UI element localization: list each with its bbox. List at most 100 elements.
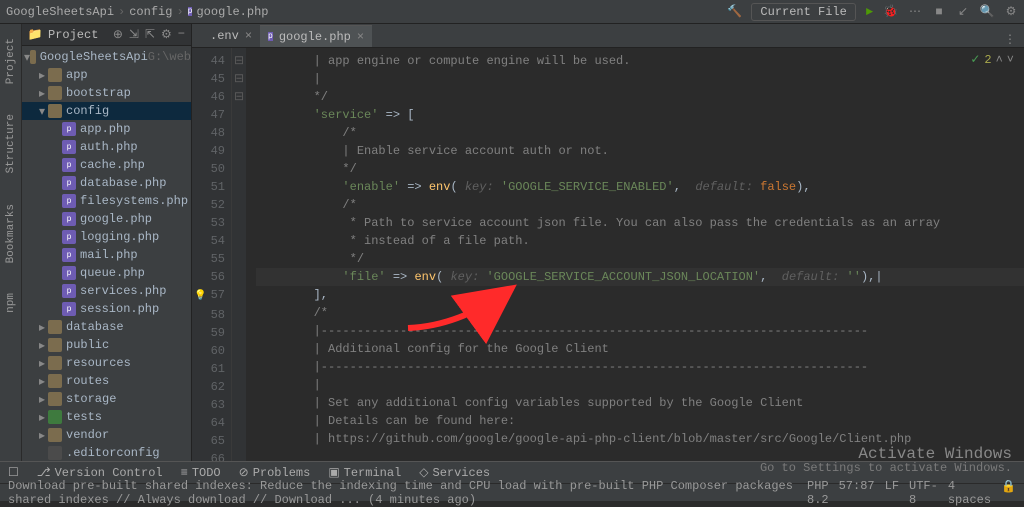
code-editor[interactable]: ✓ ✓ 2 2 ˄ ˅ 4445464748495051525354555657…	[192, 48, 1024, 461]
search-icon[interactable]: 🔍	[980, 5, 994, 19]
fold-mark[interactable]: ⊟	[232, 52, 246, 70]
chevron-down-icon[interactable]: ˅	[1007, 53, 1014, 67]
expand-all-icon[interactable]: ⇲	[129, 27, 139, 42]
line-number[interactable]: 61	[192, 360, 225, 378]
close-icon[interactable]: ×	[357, 30, 364, 44]
caret-icon[interactable]	[36, 428, 48, 443]
fold-gutter[interactable]: ⊟⊟⊟	[232, 48, 246, 461]
tree-node[interactable]: pmail.php	[22, 246, 191, 264]
status-php[interactable]: PHP 8.2	[807, 479, 829, 507]
tree-node[interactable]: pfilesystems.php	[22, 192, 191, 210]
line-number[interactable]: 52	[192, 196, 225, 214]
line-number[interactable]: 64	[192, 414, 225, 432]
fold-mark[interactable]: ⊟	[232, 70, 246, 88]
line-number[interactable]: 45	[192, 70, 225, 88]
tree-node[interactable]: pdatabase.php	[22, 174, 191, 192]
tab-google-php[interactable]: p google.php ×	[260, 25, 372, 47]
status-caret-pos[interactable]: 57:87	[839, 479, 875, 507]
line-number[interactable]: 65	[192, 432, 225, 450]
tree-node[interactable]: plogging.php	[22, 228, 191, 246]
caret-icon[interactable]	[36, 356, 48, 371]
line-number[interactable]: 47	[192, 106, 225, 124]
caret-icon[interactable]	[36, 374, 48, 389]
tree-node[interactable]: routes	[22, 372, 191, 390]
line-number[interactable]: 46	[192, 88, 225, 106]
tree-node[interactable]: pcache.php	[22, 156, 191, 174]
hide-icon[interactable]: −	[178, 27, 185, 42]
chevron-up-icon[interactable]: ˄	[996, 53, 1003, 67]
line-number[interactable]: 62	[192, 378, 225, 396]
git-icon[interactable]: ↙	[956, 5, 970, 19]
caret-icon[interactable]	[36, 410, 48, 425]
line-number[interactable]: 55	[192, 250, 225, 268]
tree-node[interactable]: resources	[22, 354, 191, 372]
tree-node[interactable]: storage	[22, 390, 191, 408]
line-number[interactable]: 63	[192, 396, 225, 414]
tw-todo[interactable]: ≡TODO	[181, 466, 221, 480]
caret-icon[interactable]	[36, 68, 48, 83]
bug-icon[interactable]: 🐞	[883, 4, 898, 19]
breadcrumb-item[interactable]: GoogleSheetsApi	[6, 5, 114, 19]
gear-icon[interactable]: ⚙	[161, 27, 172, 42]
breadcrumb-item[interactable]: google.php	[196, 5, 268, 19]
tree-node[interactable]: tests	[22, 408, 191, 426]
line-number[interactable]: 49	[192, 142, 225, 160]
status-message[interactable]: Download pre-built shared indexes: Reduc…	[8, 479, 807, 507]
tool-bookmarks[interactable]: Bookmarks	[5, 204, 17, 263]
line-number[interactable]: 59	[192, 324, 225, 342]
tree-node[interactable]: database	[22, 318, 191, 336]
tree-node[interactable]: papp.php	[22, 120, 191, 138]
caret-icon[interactable]	[36, 392, 48, 407]
line-number[interactable]: 60	[192, 342, 225, 360]
status-indent[interactable]: 4 spaces	[948, 479, 991, 507]
tree-node[interactable]: GoogleSheetsApi G:\web	[22, 48, 191, 66]
caret-icon[interactable]	[36, 320, 48, 335]
line-number[interactable]: 58	[192, 306, 225, 324]
line-number[interactable]: 44	[192, 52, 225, 70]
tool-structure[interactable]: Structure	[5, 114, 17, 173]
line-number[interactable]: 54	[192, 232, 225, 250]
tree-node[interactable]: vendor	[22, 426, 191, 444]
code-content[interactable]: | app engine or compute engine will be u…	[246, 48, 1024, 461]
tree-node[interactable]: app	[22, 66, 191, 84]
inspection-widget[interactable]: ✓ ✓ 2 2 ˄ ˅	[970, 52, 1014, 67]
tabs-more-icon[interactable]: ⋮	[996, 32, 1024, 47]
project-tree[interactable]: GoogleSheetsApi G:\webappbootstrapconfig…	[22, 46, 191, 461]
breadcrumb-item[interactable]: config	[129, 5, 172, 19]
hammer-icon[interactable]: 🔨	[727, 5, 741, 19]
tool-npm[interactable]: npm	[5, 293, 17, 313]
play-icon[interactable]: ►	[866, 5, 873, 19]
line-number[interactable]: 57	[192, 286, 225, 306]
line-number[interactable]: 56	[192, 268, 225, 286]
tree-node[interactable]: pauth.php	[22, 138, 191, 156]
tree-node[interactable]: public	[22, 336, 191, 354]
line-number[interactable]: 50	[192, 160, 225, 178]
tool-project[interactable]: Project	[5, 38, 17, 84]
tree-node[interactable]: config	[22, 102, 191, 120]
line-number[interactable]: 53	[192, 214, 225, 232]
line-number[interactable]: 48	[192, 124, 225, 142]
caret-icon[interactable]	[36, 338, 48, 353]
tab-env[interactable]: .env ×	[196, 25, 260, 47]
caret-icon[interactable]	[36, 86, 48, 101]
run-config-picker[interactable]: Current File	[751, 3, 855, 21]
select-opened-file-icon[interactable]: ⊕	[113, 27, 123, 42]
tree-node[interactable]: pqueue.php	[22, 264, 191, 282]
tree-node[interactable]: pgoogle.php	[22, 210, 191, 228]
stop-icon[interactable]: ■	[932, 5, 946, 19]
line-number[interactable]: 66	[192, 450, 225, 461]
tree-node[interactable]: .editorconfig	[22, 444, 191, 461]
breadcrumb[interactable]: GoogleSheetsApi › config › p google.php	[6, 5, 268, 19]
lock-icon[interactable]: 🔒	[1001, 479, 1016, 507]
tree-node[interactable]: bootstrap	[22, 84, 191, 102]
settings-icon[interactable]: ⚙	[1004, 5, 1018, 19]
tree-node[interactable]: psession.php	[22, 300, 191, 318]
more-run-icon[interactable]: ⋯	[908, 5, 922, 19]
collapse-all-icon[interactable]: ⇱	[145, 27, 155, 42]
status-line-sep[interactable]: LF	[885, 479, 899, 507]
line-number-gutter[interactable]: 4445464748495051525354555657585960616263…	[192, 48, 232, 461]
fold-mark[interactable]: ⊟	[232, 88, 246, 106]
close-icon[interactable]: ×	[245, 29, 252, 43]
caret-icon[interactable]	[36, 104, 48, 119]
tree-node[interactable]: pservices.php	[22, 282, 191, 300]
